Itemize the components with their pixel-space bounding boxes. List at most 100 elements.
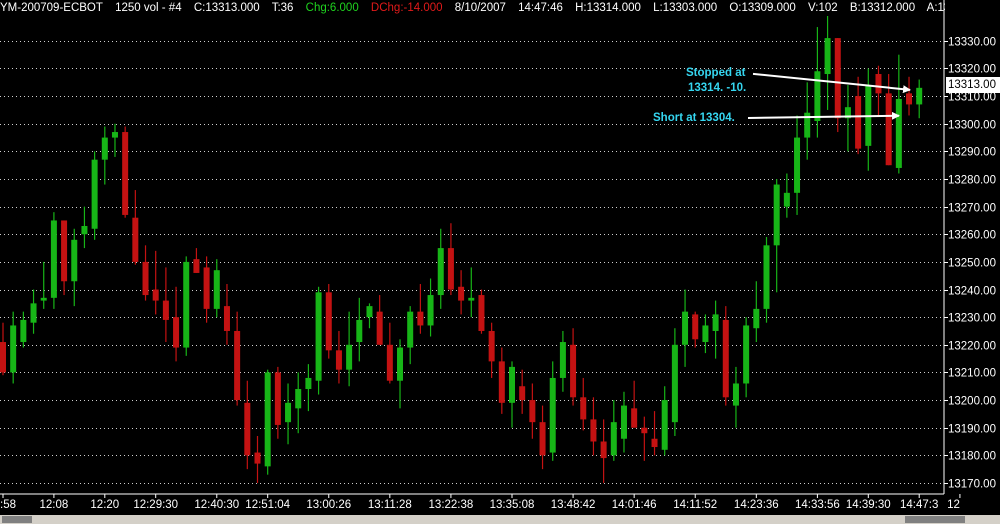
ytick-label: 13210.00 xyxy=(948,368,996,380)
horizontal-scrollbar[interactable] xyxy=(0,515,1000,524)
candle xyxy=(285,383,292,445)
candle-body xyxy=(580,397,587,420)
candle-body xyxy=(773,184,780,246)
candle-body xyxy=(234,330,241,401)
xtick-label: 14:39:30 xyxy=(846,499,891,511)
candle xyxy=(397,339,404,409)
candle-body xyxy=(0,342,6,373)
scrollbar-right-segment[interactable] xyxy=(905,516,965,523)
candle-body xyxy=(834,38,841,119)
xtick-label: 13:11:28 xyxy=(368,499,412,511)
candle-body xyxy=(386,344,393,381)
xtick-label: 12:08 xyxy=(40,499,69,511)
ytick-label: 13260.00 xyxy=(948,230,996,242)
candle xyxy=(468,267,475,318)
annotation-stopped-arrow xyxy=(752,72,911,94)
candle xyxy=(651,411,658,456)
candle xyxy=(234,311,241,406)
candle-body xyxy=(162,300,169,320)
candle-body xyxy=(631,408,638,428)
candle-body xyxy=(193,259,200,273)
candlestick-chart[interactable]: 13170.00 13180.00 13190.00 13200.00 13210.00… xyxy=(0,0,1000,515)
candle-body xyxy=(702,325,709,343)
xtick-label: :58 xyxy=(0,499,16,511)
candle-body xyxy=(458,286,465,301)
candle xyxy=(600,419,607,483)
ytick-label: 13330.00 xyxy=(948,37,996,49)
candle xyxy=(71,228,78,307)
ytick-label: 13280.00 xyxy=(948,175,996,187)
candle-body xyxy=(641,427,648,434)
candle xyxy=(559,330,566,392)
candle xyxy=(376,295,383,345)
candle-body xyxy=(101,137,108,160)
ytick-label: 13270.00 xyxy=(948,203,996,215)
candle xyxy=(305,364,312,412)
candle-body xyxy=(315,292,322,381)
ytick-label: 13250.00 xyxy=(948,258,996,270)
candle-body xyxy=(824,38,831,75)
candle xyxy=(101,126,108,185)
ytick-label: 13220.00 xyxy=(948,341,996,353)
candle xyxy=(529,383,536,439)
candle xyxy=(91,151,98,240)
ytick-label: 13320.00 xyxy=(948,64,996,76)
xtick-label: 12:20 xyxy=(90,499,119,511)
ytick-label: 13190.00 xyxy=(948,424,996,436)
candle-body xyxy=(295,389,302,409)
candle xyxy=(844,85,851,152)
annotation-stopped-text: 13314. -10. xyxy=(688,82,746,94)
candle xyxy=(895,54,902,174)
candle xyxy=(916,79,923,119)
candle xyxy=(356,297,363,362)
candle xyxy=(335,330,342,384)
candle-body xyxy=(906,93,913,105)
candle xyxy=(213,259,220,318)
annotation-short: Short at 13304. xyxy=(653,111,900,124)
xtick-label: 13:48:42 xyxy=(551,499,596,511)
candle-body xyxy=(356,319,363,343)
xtick-label: 13:22:38 xyxy=(429,499,474,511)
candle-body xyxy=(254,452,261,464)
candle-body xyxy=(753,308,760,329)
candle-body xyxy=(305,377,312,390)
xtick-label: 13:00:26 xyxy=(306,499,351,511)
candle xyxy=(437,228,444,309)
scrollbar-left-segment[interactable] xyxy=(2,516,32,523)
candle-body xyxy=(61,220,68,282)
candle-body xyxy=(213,270,220,309)
grid-layer xyxy=(0,41,944,484)
candle-body xyxy=(590,419,597,442)
xtick-label: 14:11:52 xyxy=(673,499,717,511)
candle-body xyxy=(529,400,536,423)
candle xyxy=(814,27,821,138)
candle-body xyxy=(855,96,862,149)
candle xyxy=(620,391,627,453)
candle-body xyxy=(40,297,47,301)
candle xyxy=(132,190,139,265)
candle-body xyxy=(651,438,658,448)
candle xyxy=(173,286,180,362)
candle xyxy=(407,306,414,365)
candle xyxy=(478,289,485,334)
candle xyxy=(834,38,841,133)
candle-body xyxy=(732,383,739,406)
candle-body xyxy=(81,225,88,235)
candle xyxy=(753,281,760,343)
annotation-short-arrow xyxy=(747,111,900,120)
candle xyxy=(783,173,790,218)
candle-body xyxy=(366,306,373,318)
candle-body xyxy=(509,366,515,403)
candle xyxy=(702,314,709,354)
candle-body xyxy=(620,405,627,439)
candle-body xyxy=(274,372,281,425)
candle-body xyxy=(885,93,892,166)
candle-body xyxy=(427,295,434,326)
candle xyxy=(274,366,281,439)
candle-body xyxy=(570,344,577,398)
candle-body xyxy=(71,239,78,282)
candle xyxy=(712,300,719,359)
candle-body xyxy=(600,441,607,459)
candle-body xyxy=(111,132,118,138)
xtick-label: 12:51:04 xyxy=(245,499,290,511)
